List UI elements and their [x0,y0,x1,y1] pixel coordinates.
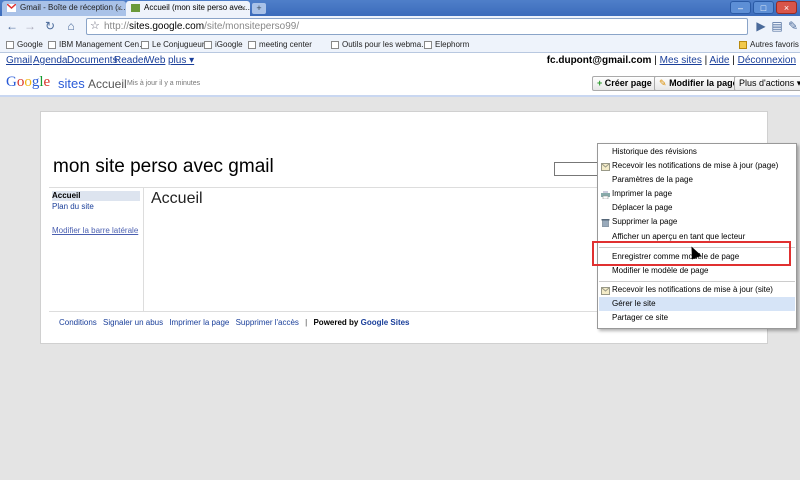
tab-title: Gmail - Boîte de réception (… [20,3,126,12]
other-bookmarks[interactable]: Autres favoris [739,39,799,51]
close-window-icon[interactable]: × [776,1,797,14]
browser-titlebar: Gmail - Boîte de réception (… × Accueil … [0,0,800,16]
bookmark-item[interactable]: Outils pour les webma… [331,39,429,51]
footer-links: Conditions Signaler un abus Imprimer la … [59,318,410,327]
home-icon[interactable]: ⌂ [63,19,79,34]
menu-item-move-page[interactable]: Déplacer la page [612,202,672,214]
menu-item-print-page[interactable]: Imprimer la page [612,188,672,200]
address-bar[interactable]: ☆ http://sites.google.com/site/monsitepe… [86,18,748,35]
page-icon [248,41,256,49]
sites-header: Google sites Accueil Mis à jour il y a m… [0,69,800,97]
close-tab-icon[interactable]: × [117,1,122,15]
printer-icon [601,191,610,199]
url-host: sites.google.com [129,21,205,32]
menu-item-manage-site[interactable]: Gérer le site [612,298,656,310]
url-path: /site/monsiteperso99/ [204,21,300,32]
gbar-link-documents[interactable]: Documents [67,53,118,69]
menu-item-site-notifications[interactable]: Recevoir les notifications de mise à jou… [612,284,773,296]
google-logo[interactable]: Google [6,74,50,91]
tab-title: Accueil (mon site perso ave… [144,3,250,12]
tab-sites[interactable]: Accueil (mon site perso ave… × [126,1,250,16]
tools-icon [331,41,339,49]
bookmark-item[interactable]: iGoogle [204,39,243,51]
trash-icon [601,219,610,227]
gbar-link-gmail[interactable]: Gmail [6,53,32,69]
user-email: fc.dupont@gmail.com [546,55,652,66]
star-icon[interactable]: ☆ [90,19,100,34]
menu-separator [599,281,795,282]
page-name: Accueil [88,77,127,91]
page-icon [48,41,56,49]
wrench-icon[interactable]: ✎ [785,19,800,34]
google-bar: Gmail Agenda Documents Reader Web plus ▾… [0,53,800,69]
footer-terms-link[interactable]: Conditions [59,318,97,327]
envelope-icon [601,163,610,171]
gbar-link-web[interactable]: Web [145,53,165,69]
pencil-icon: ✎ [659,78,667,88]
menu-item-edit-template[interactable]: Modifier le modèle de page [612,265,709,277]
bookmark-item[interactable]: Google [6,39,43,51]
sidebar-item-sitemap[interactable]: Plan du site [52,202,94,212]
bookmark-item[interactable]: meeting center [248,39,312,51]
menu-item-delete-page[interactable]: Supprimer la page [612,216,677,228]
footer-remove-access-link[interactable]: Supprimer l'accès [236,318,299,327]
gbar-link-more[interactable]: plus ▾ [168,53,194,69]
sites-icon [131,4,140,12]
igoogle-icon [204,41,212,49]
menu-item-revision-history[interactable]: Historique des révisions [612,146,697,158]
forward-icon[interactable]: → [22,19,38,34]
bookmark-item[interactable]: IBM Management Cen… [48,39,147,51]
bookmarks-bar: Google IBM Management Cen… Le Conjugueur… [0,37,800,53]
sites-logo[interactable]: sites [58,76,85,91]
menu-item-share-site[interactable]: Partager ce site [612,312,668,324]
elephorm-icon [424,41,432,49]
google-icon [6,41,14,49]
page-menu-icon[interactable]: ▤ [769,19,785,34]
edit-page-button[interactable]: ✎ Modifier la page [654,76,743,91]
menu-item-page-notifications[interactable]: Recevoir les notifications de mise à jou… [612,160,778,172]
google-sites-link[interactable]: Google Sites [361,318,410,327]
page-icon [141,41,149,49]
menu-item-page-settings[interactable]: Paramètres de la page [612,174,693,186]
gbar-link-reader[interactable]: Reader [114,53,147,69]
my-sites-link[interactable]: Mes sites [660,55,702,66]
browser-toolbar: ← → ↻ ⌂ ☆ http://sites.google.com/site/m… [0,16,800,37]
more-actions-button[interactable]: Plus d'actions ▾ [734,76,800,91]
last-updated: Mis à jour il y a minutes [127,80,201,87]
powered-by: Powered by Google Sites [313,318,410,327]
bookmark-item[interactable]: Le Conjugueur [141,39,204,51]
gbar-account: fc.dupont@gmail.com | Mes sites | Aide |… [546,55,796,66]
web-page: Gmail Agenda Documents Reader Web plus ▾… [0,53,800,480]
footer-separator: | [305,318,308,327]
gbar-link-agenda[interactable]: Agenda [33,53,67,69]
close-tab-icon[interactable]: × [241,1,246,15]
bookmark-item[interactable]: Elephorm [424,39,469,51]
envelope-icon [601,287,610,295]
tab-gmail[interactable]: Gmail - Boîte de réception (… × [2,1,126,16]
footer-report-link[interactable]: Signaler un abus [103,318,163,327]
help-link[interactable]: Aide [709,55,729,66]
edit-sidebar-link[interactable]: Modifier la barre latérale [52,226,138,235]
site-title: mon site perso avec gmail [53,156,274,177]
new-tab-button[interactable]: + [252,3,266,14]
footer-print-link[interactable]: Imprimer la page [169,318,229,327]
plus-icon: + [597,78,603,88]
sidebar-item-home[interactable]: Accueil [52,191,140,201]
page-heading: Accueil [151,190,203,207]
create-page-button[interactable]: + Créer page [592,76,657,91]
site-sidebar: Accueil Plan du site Modifier la barre l… [49,188,144,311]
more-actions-menu: Historique des révisions Recevoir les no… [597,143,797,329]
url-prefix: http:// [104,21,130,32]
folder-icon [739,41,747,49]
minimize-icon[interactable]: – [730,1,751,14]
back-icon[interactable]: ← [4,19,20,34]
go-icon[interactable]: ▶ [753,19,769,34]
gmail-icon [7,4,16,12]
reload-icon[interactable]: ↻ [42,19,58,34]
logout-link[interactable]: Déconnexion [738,55,796,66]
maximize-icon[interactable]: □ [753,1,774,14]
